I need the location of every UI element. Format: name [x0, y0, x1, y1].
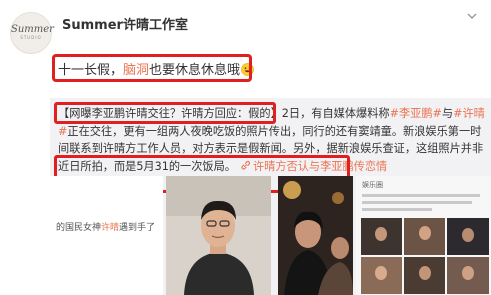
thumbnail-1[interactable]: 的国民女神许晴遇到手了: [50, 176, 163, 295]
thumbnail-1-caption-before: 的国民女神: [56, 223, 102, 233]
portrait-photo: [166, 176, 271, 295]
repost-text-2: 与: [441, 107, 454, 120]
thumbnail-3-photo[interactable]: [278, 176, 353, 295]
account-name[interactable]: Summer许晴工作室: [62, 14, 188, 33]
night-photo: [278, 176, 353, 295]
avatar-logo: Summer: [11, 24, 54, 35]
thumbnail-1-caption-highlight: 许晴: [101, 223, 120, 233]
thumbnail-4-screenshot[interactable]: 娱乐圈: [356, 176, 491, 295]
thumbnail-4-text-line: [362, 201, 472, 204]
annotation-box-title: [54, 102, 276, 124]
thumbnail-4-text-line: [362, 194, 480, 197]
chevron-down-icon[interactable]: [466, 10, 478, 22]
thumbnail-4-handle: 娱乐圈: [362, 181, 383, 189]
post-header: Summer STUDIO Summer许晴工作室: [0, 0, 491, 56]
repost-text-1: 2日，有自媒体爆料称: [281, 107, 390, 120]
photo-grid: [361, 218, 489, 294]
thumbnail-1-caption-after: 遇到手了: [119, 223, 156, 233]
thumbnail-4-text-line: [362, 208, 432, 211]
annotation-box-post: [52, 54, 252, 82]
thumbnail-2-photo[interactable]: [166, 176, 271, 295]
avatar-logo-sub: STUDIO: [20, 35, 42, 40]
hashtag-li-yapeng[interactable]: #李亚鹏#: [390, 107, 442, 120]
thumbnail-1-caption: 的国民女神许晴遇到手了: [56, 220, 155, 233]
avatar[interactable]: Summer STUDIO: [10, 12, 54, 54]
